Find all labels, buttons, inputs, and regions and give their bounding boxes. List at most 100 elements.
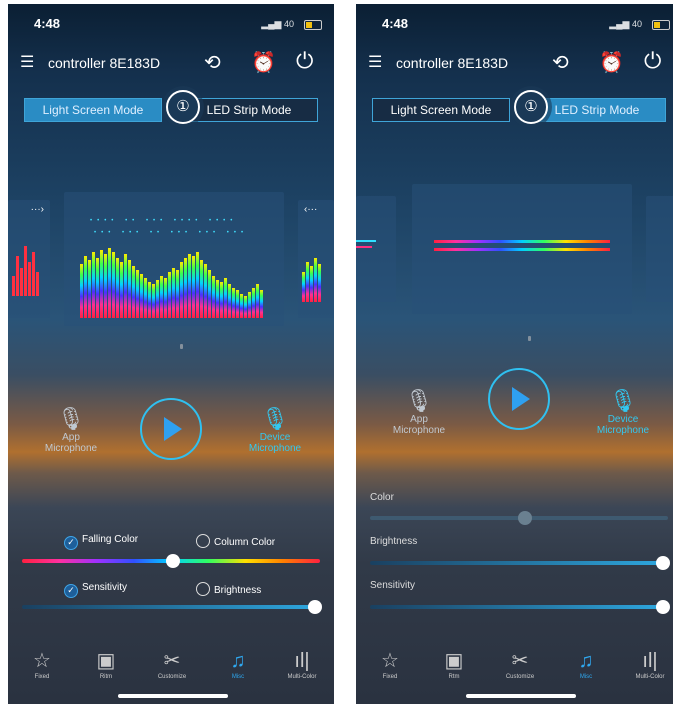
signal-label: 40 bbox=[283, 19, 294, 29]
tab-multi-color[interactable]: ıl| Multi-Color bbox=[622, 650, 673, 682]
light-screen-mode-button[interactable]: Light Screen Mode bbox=[24, 98, 162, 122]
bottom-tab-bar: ☆ Fixed ▣ Rtm ✂ Customize ♫ Misc ıl| Multi-Co… bbox=[356, 640, 673, 704]
sensitivity-slider[interactable] bbox=[370, 600, 670, 614]
controller-title: controller 8E183D bbox=[48, 55, 161, 71]
bars-icon: ıl| bbox=[642, 650, 658, 672]
brightness-slider-knob[interactable] bbox=[656, 556, 670, 570]
sensitivity-slider-knob[interactable] bbox=[308, 600, 322, 614]
timer-icon[interactable]: ⟲ bbox=[204, 50, 221, 75]
device-microphone-option[interactable]: 🎙 Device Microphone bbox=[578, 388, 668, 436]
play-button[interactable] bbox=[488, 368, 550, 430]
app-header: ☰ controller 8E183D ⟲ ⏰ ⏻ bbox=[356, 48, 673, 82]
tab-multi-color[interactable]: ıl| Multi-Color bbox=[274, 650, 330, 682]
sensitivity-label: Sensitivity bbox=[370, 580, 416, 591]
tab-misc[interactable]: ♫ Misc bbox=[210, 650, 266, 682]
check-icon: ✓ bbox=[64, 536, 78, 550]
effect-card-strip[interactable] bbox=[412, 184, 632, 314]
status-time: 4:48 bbox=[382, 16, 409, 31]
play-button[interactable] bbox=[140, 398, 202, 460]
app-microphone-label: App Microphone bbox=[44, 432, 98, 454]
mode-toggle-icon[interactable]: ① bbox=[514, 90, 548, 124]
tab-label: Multi-Color bbox=[287, 674, 317, 680]
tab-label: Fixed bbox=[382, 674, 398, 680]
column-color-label: Column Color bbox=[214, 537, 276, 548]
phone-screen-light-mode: 4:48 ▂▄▆ 40 ☰ controller 8E183D ⟲ ⏰ ⏻ Li… bbox=[8, 4, 334, 704]
color-slider[interactable] bbox=[22, 554, 320, 568]
signal-indicator: ▂▄▆ 40 bbox=[261, 19, 294, 29]
brightness-option[interactable]: Brightness bbox=[196, 582, 261, 596]
pin-icon: ☆ bbox=[381, 650, 399, 672]
column-color-option[interactable]: Column Color bbox=[196, 534, 275, 548]
microphone-icon: 🎙 bbox=[405, 388, 433, 413]
page-indicator bbox=[528, 336, 531, 341]
falling-dots-2: ••• ••• •• ••• ••• ••• bbox=[94, 230, 249, 236]
power-icon[interactable]: ⏻ bbox=[296, 48, 313, 74]
device-microphone-label: Device Microphone bbox=[596, 414, 650, 436]
timer-icon[interactable]: ⟲ bbox=[552, 50, 569, 75]
brightness-label: Brightness bbox=[214, 585, 262, 596]
signal-label: 40 bbox=[631, 19, 642, 29]
strip-line-cyan bbox=[356, 240, 376, 242]
bars-icon: ıl| bbox=[294, 650, 310, 672]
light-screen-mode-button[interactable]: Light Screen Mode bbox=[372, 98, 510, 122]
effect-card-prev[interactable]: ···› bbox=[8, 200, 50, 318]
strip-line-pink bbox=[356, 246, 372, 248]
tab-customize[interactable]: ✂ Customize bbox=[492, 650, 548, 682]
falling-color-label: Falling Color bbox=[82, 534, 139, 545]
sensitivity-slider[interactable] bbox=[22, 600, 322, 614]
pin-icon: ☆ bbox=[33, 650, 51, 672]
menu-icon[interactable]: ☰ bbox=[20, 52, 34, 72]
tab-customize[interactable]: ✂ Customize bbox=[144, 650, 200, 682]
alarm-icon[interactable]: ⏰ bbox=[251, 50, 276, 75]
mode-toggle-icon[interactable]: ① bbox=[166, 90, 200, 124]
tools-icon: ✂ bbox=[163, 650, 181, 672]
tab-fixed[interactable]: ☆ Fixed bbox=[14, 650, 70, 682]
menu-icon[interactable]: ☰ bbox=[368, 52, 382, 72]
device-microphone-option[interactable]: 🎙 Device Microphone bbox=[230, 406, 320, 454]
sensitivity-label: Sensitivity bbox=[82, 582, 128, 593]
save-icon: ▣ bbox=[444, 650, 464, 672]
tab-ritm[interactable]: ▣ Rtm bbox=[426, 650, 482, 682]
color-slider-knob[interactable] bbox=[518, 511, 532, 525]
effect-card-prev[interactable] bbox=[356, 196, 396, 302]
home-indicator[interactable] bbox=[466, 694, 576, 698]
color-slider-knob[interactable] bbox=[166, 554, 180, 568]
color-label: Color bbox=[370, 492, 394, 503]
app-microphone-option[interactable]: 🎙 App Microphone bbox=[26, 406, 116, 454]
music-icon: ♫ bbox=[578, 650, 594, 672]
status-time: 4:48 bbox=[34, 16, 61, 31]
effect-preview-bars bbox=[302, 254, 321, 302]
device-microphone-label: Device Microphone bbox=[248, 432, 302, 454]
tab-misc[interactable]: ♫ Misc bbox=[558, 650, 614, 682]
effect-card-next[interactable] bbox=[646, 196, 673, 302]
tab-label: Customize bbox=[505, 674, 535, 680]
effect-card-next[interactable]: ‹··· bbox=[298, 200, 334, 318]
mode-switch: Light Screen Mode LED Strip Mode ① bbox=[372, 90, 666, 124]
arrow-right-icon: ···› bbox=[30, 204, 44, 215]
sensitivity-slider-knob[interactable] bbox=[656, 600, 670, 614]
sensitivity-option[interactable]: ✓ Sensitivity bbox=[64, 582, 127, 598]
page-indicator bbox=[180, 344, 183, 349]
led-strip-mode-button[interactable]: LED Strip Mode bbox=[528, 98, 666, 122]
falling-color-option[interactable]: ✓ Falling Color bbox=[64, 534, 138, 550]
microphone-icon: 🎙 bbox=[57, 406, 85, 431]
app-microphone-option[interactable]: 🎙 App Microphone bbox=[374, 388, 464, 436]
tab-label: Ritm bbox=[99, 674, 113, 680]
effect-card-falling-columns[interactable]: •••• •• ••• •••• •••• ••• ••• •• ••• •••… bbox=[64, 192, 284, 326]
led-strip-mode-button[interactable]: LED Strip Mode bbox=[180, 98, 318, 122]
color-slider[interactable] bbox=[370, 511, 668, 525]
power-icon[interactable]: ⏻ bbox=[644, 48, 661, 74]
effect-preview-red bbox=[12, 236, 39, 296]
music-icon: ♫ bbox=[230, 650, 246, 672]
alarm-icon[interactable]: ⏰ bbox=[599, 50, 624, 75]
app-microphone-label: App Microphone bbox=[392, 414, 446, 436]
phone-screen-led-mode: 4:48 ▂▄▆ 40 ☰ controller 8E183D ⟲ ⏰ ⏻ Li… bbox=[356, 4, 673, 704]
save-icon: ▣ bbox=[96, 650, 116, 672]
tab-fixed[interactable]: ☆ Fixed bbox=[362, 650, 418, 682]
tab-ritm[interactable]: ▣ Ritm bbox=[78, 650, 134, 682]
brightness-label: Brightness bbox=[370, 536, 418, 547]
home-indicator[interactable] bbox=[118, 694, 228, 698]
app-header: ☰ controller 8E183D ⟲ ⏰ ⏻ bbox=[8, 48, 334, 82]
brightness-slider[interactable] bbox=[370, 556, 670, 570]
tools-icon: ✂ bbox=[511, 650, 529, 672]
